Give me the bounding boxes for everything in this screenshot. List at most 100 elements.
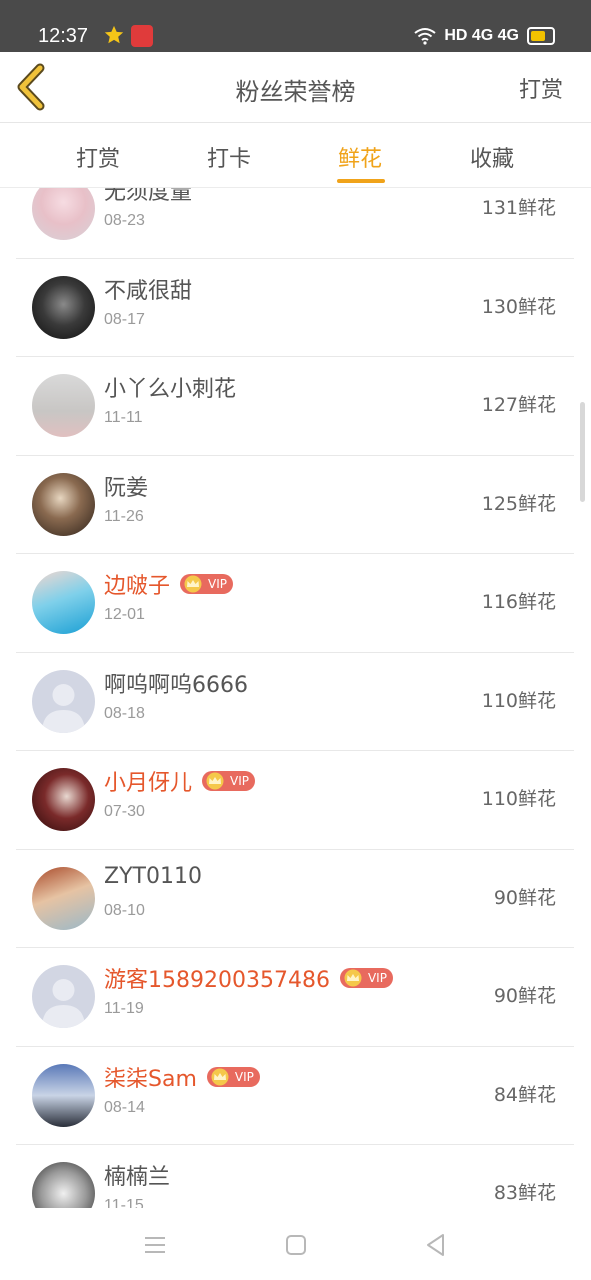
wifi-icon: [414, 28, 436, 45]
vip-badge: VIP: [206, 1066, 260, 1087]
avatar[interactable]: [32, 866, 95, 930]
reward-button[interactable]: 打赏: [519, 72, 563, 104]
status-bar: 12:37 HD 4G 4G: [0, 0, 591, 52]
crown-icon: [344, 969, 362, 987]
name-line: 边啵子 VIP: [104, 568, 233, 600]
vip-badge: VIP: [202, 771, 255, 791]
fan-row[interactable]: 啊呜啊呜6666 08-18 110鲜花: [16, 653, 574, 751]
fan-date: 11-26: [104, 507, 144, 525]
avatar[interactable]: [32, 571, 95, 634]
avatar[interactable]: [32, 188, 95, 240]
fan-name[interactable]: 无须度量: [104, 188, 192, 206]
status-time: 12:37: [38, 25, 89, 47]
network-label: HD 4G 4G: [444, 27, 519, 44]
flower-count: 90鲜花: [493, 886, 556, 909]
avatar[interactable]: [32, 1063, 95, 1127]
name-line: 游客1589200357486 VIP: [104, 962, 393, 994]
fan-name[interactable]: 阮姜: [104, 470, 148, 502]
crown-icon: [211, 1068, 229, 1085]
crown-icon: [206, 772, 224, 790]
avatar[interactable]: [32, 275, 95, 339]
vip-label: VIP: [234, 1069, 254, 1084]
fan-date: 11-19: [104, 1000, 144, 1017]
avatar[interactable]: [32, 1162, 95, 1208]
avatar[interactable]: [32, 374, 95, 437]
fan-date: 07-30: [104, 803, 145, 820]
name-line: 啊呜啊呜6666: [104, 667, 248, 699]
avatar[interactable]: [32, 669, 95, 733]
fan-date: 08-23: [104, 212, 145, 229]
status-indicators: HD 4G 4G: [414, 24, 555, 48]
fan-list-content: 无须度量 08-23 131鲜花不咸很甜 08-17 130鲜花小丫么小刺花 11-11 1…: [16, 188, 574, 1208]
fan-date: 08-14: [104, 1098, 145, 1116]
tab-flowers[interactable]: 鲜花: [315, 141, 405, 173]
vip-badge: VIP: [339, 968, 393, 988]
fan-date: 08-10: [104, 901, 145, 919]
fan-row[interactable]: 小月伢儿 VIP 07-30 110鲜花: [16, 751, 574, 850]
name-line: 楠楠兰: [104, 1159, 170, 1191]
default-avatar-icon: [42, 683, 85, 733]
fan-name[interactable]: 游客1589200357486: [104, 962, 330, 994]
flower-count: 83鲜花: [493, 1182, 556, 1204]
avatar[interactable]: [32, 472, 95, 536]
name-line: ZYT0110: [104, 864, 202, 889]
fan-date: 08-18: [104, 704, 145, 722]
star-icon: [104, 25, 124, 44]
flower-count: 116鲜花: [481, 591, 556, 613]
fan-row[interactable]: 小丫么小刺花 11-11 127鲜花: [16, 357, 574, 456]
fan-name[interactable]: 边啵子: [104, 568, 170, 600]
back-icon[interactable]: [421, 1230, 451, 1260]
vip-label: VIP: [230, 774, 249, 788]
fan-name[interactable]: 啊呜啊呜6666: [104, 667, 248, 699]
name-line: 柒柒Sam VIP: [104, 1061, 260, 1093]
name-line: 不咸很甜: [104, 273, 192, 305]
avatar[interactable]: [32, 965, 95, 1028]
flower-count: 110鲜花: [481, 689, 556, 712]
name-line: 阮姜: [104, 470, 148, 502]
home-icon[interactable]: [281, 1230, 311, 1260]
fan-row[interactable]: ZYT0110 08-10 90鲜花: [16, 850, 574, 948]
tab-reward[interactable]: 打赏: [53, 141, 143, 173]
fan-date: 08-17: [104, 310, 145, 328]
fan-date: 11-15: [104, 1197, 144, 1208]
fan-name[interactable]: 楠楠兰: [104, 1159, 170, 1191]
fan-name[interactable]: 小月伢儿: [104, 765, 192, 797]
flower-count: 130鲜花: [481, 295, 556, 318]
tab-checkin[interactable]: 打卡: [184, 141, 274, 173]
system-nav-bar: [0, 1208, 591, 1280]
vip-label: VIP: [367, 971, 387, 985]
avatar[interactable]: [32, 768, 95, 831]
fan-row[interactable]: 阮姜 11-26 125鲜花: [16, 456, 574, 554]
flower-count: 127鲜花: [481, 394, 556, 416]
menu-icon[interactable]: [140, 1230, 170, 1260]
fan-row[interactable]: 不咸很甜 08-17 130鲜花: [16, 259, 574, 357]
fan-name[interactable]: 不咸很甜: [104, 273, 192, 305]
flower-count: 125鲜花: [481, 492, 556, 515]
fan-row[interactable]: 柒柒Sam VIP 08-14 84鲜花: [16, 1047, 574, 1145]
app-notification-icon: [131, 25, 153, 47]
fan-row[interactable]: 楠楠兰 11-15 83鲜花: [16, 1145, 574, 1208]
tab-favorites[interactable]: 收藏: [447, 141, 537, 173]
fan-row[interactable]: 无须度量 08-23 131鲜花: [16, 188, 574, 259]
fan-name[interactable]: ZYT0110: [104, 864, 202, 889]
tab-bar: 打赏 打卡 鲜花 收藏: [0, 123, 591, 188]
name-line: 小丫么小刺花: [104, 371, 236, 403]
scrollbar[interactable]: [580, 402, 585, 502]
fan-row[interactable]: 边啵子 VIP 12-01 116鲜花: [16, 554, 574, 653]
crown-icon: [184, 575, 202, 593]
active-tab-indicator: [337, 179, 385, 183]
name-line: 小月伢儿 VIP: [104, 765, 255, 797]
flower-count: 90鲜花: [493, 985, 556, 1007]
flower-count: 84鲜花: [493, 1083, 556, 1106]
name-line: 无须度量: [104, 188, 192, 206]
flower-count: 110鲜花: [481, 788, 556, 810]
page-title: 粉丝荣誉榜: [235, 78, 356, 106]
default-avatar-icon: [42, 979, 85, 1028]
vip-label: VIP: [208, 577, 227, 591]
fan-date: 12-01: [104, 606, 145, 623]
fan-name[interactable]: 柒柒Sam: [104, 1061, 197, 1093]
fan-row[interactable]: 游客1589200357486 VIP 11-19 90鲜花: [16, 948, 574, 1047]
flower-count: 131鲜花: [481, 197, 556, 219]
fan-list[interactable]: 无须度量 08-23 131鲜花不咸很甜 08-17 130鲜花小丫么小刺花 11-11 1…: [0, 188, 591, 1208]
fan-name[interactable]: 小丫么小刺花: [104, 371, 236, 403]
